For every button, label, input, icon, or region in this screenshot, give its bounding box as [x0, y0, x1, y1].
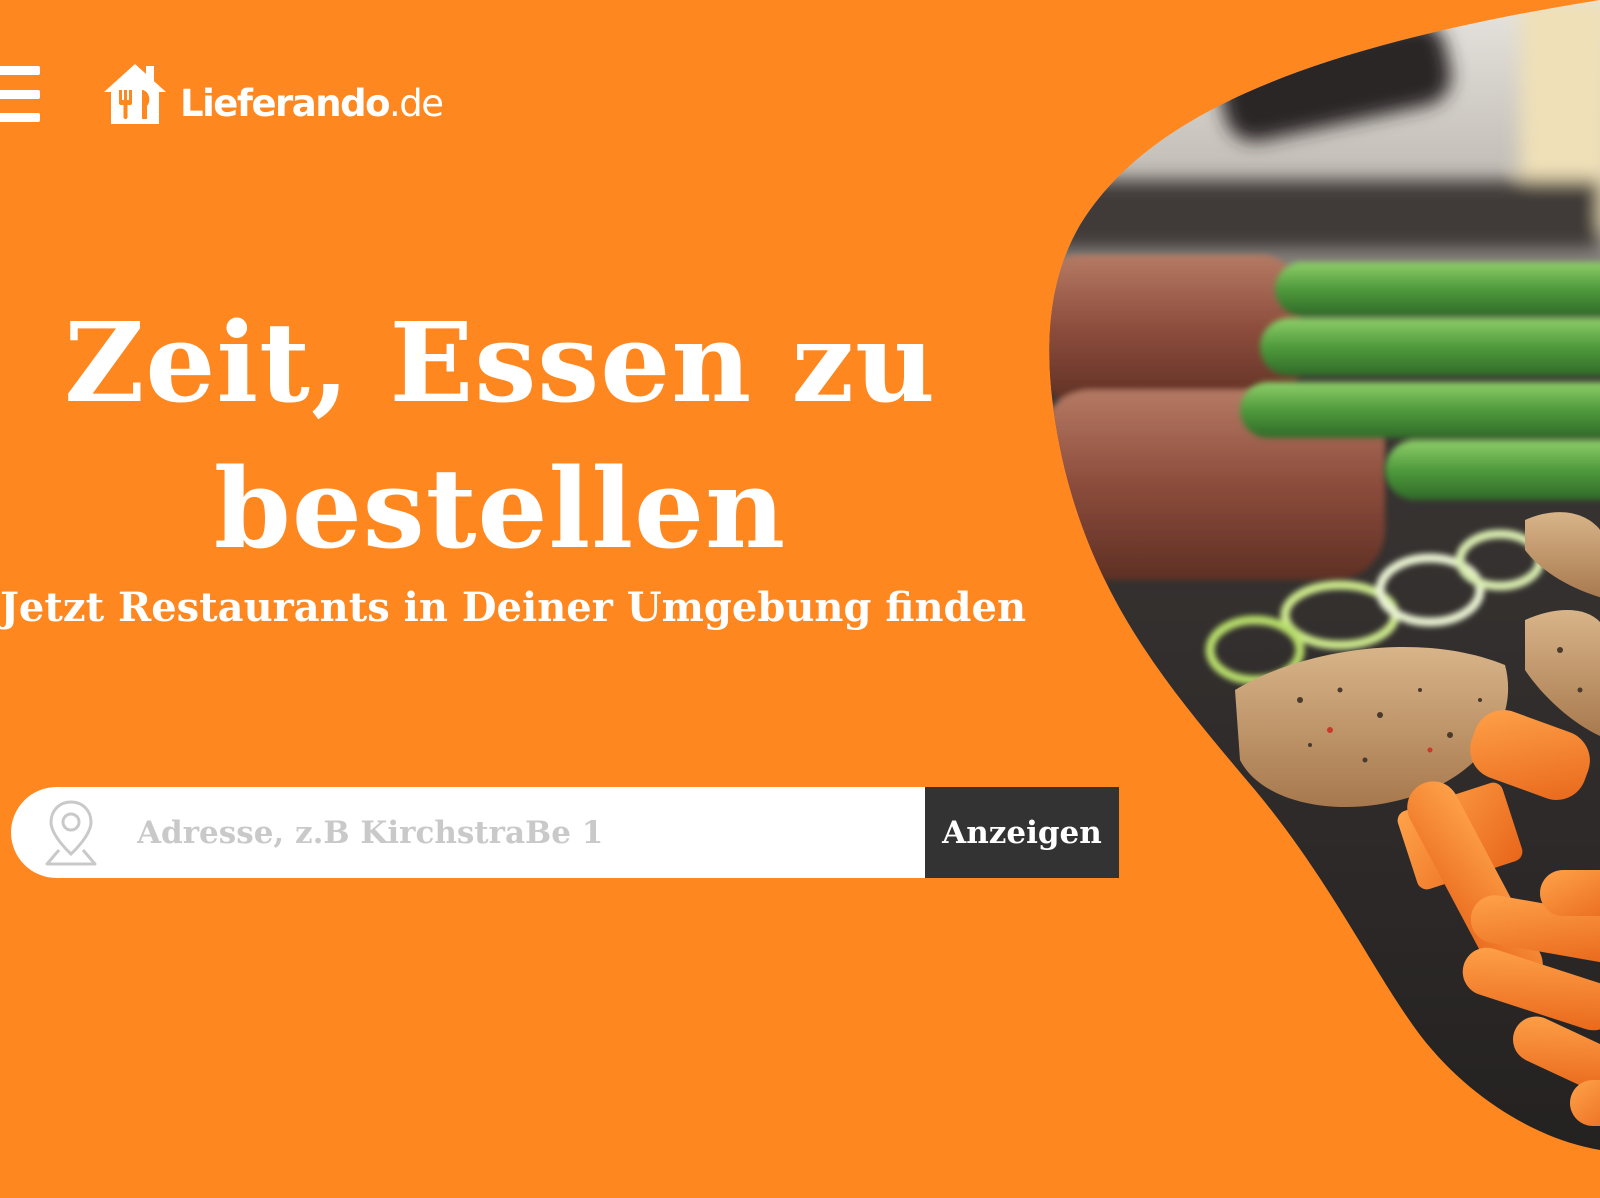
show-restaurants-button[interactable]: Anzeigen: [925, 787, 1119, 878]
menu-bar: [0, 89, 40, 99]
menu-bar: [0, 113, 40, 122]
brand-tld: .de: [389, 82, 444, 125]
menu-bar: [0, 66, 40, 75]
brand-wordmark: Lieferando.de: [180, 82, 444, 125]
location-pin-icon: [45, 800, 97, 866]
brand-name: Lieferando: [180, 82, 391, 125]
hero-title-line-1: Zeit, Essen zu: [64, 298, 936, 427]
brand-logo[interactable]: Lieferando.de: [102, 62, 444, 126]
house-with-fork-knife-icon: [104, 64, 166, 124]
hero-title: Zeit, Essen zu bestellen: [0, 290, 1000, 582]
hero-title-line-2: bestellen: [213, 444, 787, 573]
address-input[interactable]: [137, 787, 907, 878]
address-search-bar: Anzeigen: [11, 787, 1119, 878]
hamburger-menu-icon[interactable]: [0, 66, 40, 122]
address-search-field[interactable]: [11, 787, 925, 878]
hero-subtitle: Jetzt Restaurants in Deiner Umgebung fin…: [0, 584, 1027, 631]
